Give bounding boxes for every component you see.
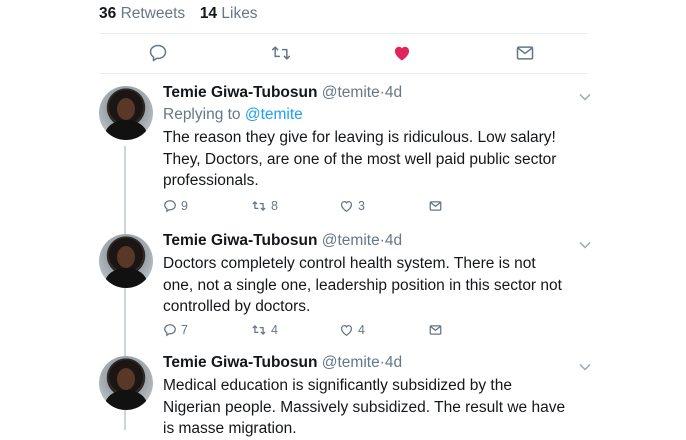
tweet-line: one, not a single one, leadership positi…	[163, 276, 562, 294]
message-icon[interactable]	[428, 323, 443, 337]
tweet-action-bar	[99, 33, 587, 73]
heart-icon[interactable]	[339, 199, 354, 213]
chevron-down-icon[interactable]	[579, 88, 591, 101]
tweet-actions: 7 4 4	[163, 323, 463, 341]
like-action[interactable]: 4	[339, 323, 365, 337]
retweet-count: 4	[271, 323, 278, 337]
author-name[interactable]: Temie Giwa-Tubosun	[163, 354, 317, 371]
tweet-time[interactable]: 4d	[385, 232, 402, 249]
retweet-icon[interactable]	[251, 323, 267, 337]
retweet-icon[interactable]	[270, 43, 294, 63]
author-handle[interactable]: @temite	[322, 354, 380, 371]
likes-count[interactable]: 14	[200, 5, 217, 22]
tweet-line: They, Doctors, are one of the most well …	[163, 150, 557, 168]
like-count: 4	[358, 323, 365, 337]
avatar[interactable]	[99, 234, 153, 288]
message-icon[interactable]	[428, 199, 443, 213]
tweet-line: Medical education is significantly subsi…	[163, 377, 512, 394]
retweet-action[interactable]: 4	[251, 323, 278, 337]
tweet-header: Temie Giwa-Tubosun @temite·4d	[163, 232, 402, 250]
avatar[interactable]	[99, 356, 153, 410]
tweet-actions: 9 8 3	[163, 199, 463, 217]
heart-filled-icon[interactable]	[392, 43, 416, 63]
reply-count: 7	[181, 323, 188, 337]
divider	[99, 73, 587, 74]
tweet-line: Nigerian people. Massively subsidized. T…	[163, 398, 566, 416]
chevron-down-icon[interactable]	[579, 358, 591, 371]
tweet-line: professionals.	[163, 172, 259, 189]
tweet-text: The reason they give for leaving is ridi…	[163, 127, 593, 192]
author-name[interactable]: Temie Giwa-Tubosun	[163, 232, 317, 249]
tweet-header: Temie Giwa-Tubosun @temite·4d	[163, 84, 402, 102]
engagement-stats: 36 Retweets 14 Likes	[99, 5, 258, 23]
retweet-count: 8	[271, 199, 278, 213]
retweet-action[interactable]: 8	[251, 199, 278, 213]
reply-action[interactable]: 9	[163, 199, 188, 213]
like-count: 3	[358, 199, 365, 213]
like-action[interactable]: 3	[339, 199, 365, 213]
message-action[interactable]	[428, 323, 443, 337]
retweets-label[interactable]: Retweets	[121, 5, 186, 22]
reply-icon[interactable]	[163, 199, 177, 213]
replying-to-mention[interactable]: @temite	[245, 106, 303, 123]
tweet-time[interactable]: 4d	[385, 354, 402, 371]
retweets-count[interactable]: 36	[99, 5, 116, 22]
tweet-line: controlled by doctors.	[163, 298, 311, 315]
tweet-header: Temie Giwa-Tubosun @temite·4d	[163, 354, 402, 372]
reply-icon[interactable]	[163, 323, 177, 337]
replying-to: Replying to @temite	[163, 106, 303, 124]
avatar[interactable]	[99, 86, 153, 140]
author-name[interactable]: Temie Giwa-Tubosun	[163, 84, 317, 101]
tweet-line: Doctors completely control health system…	[163, 255, 536, 272]
retweet-icon[interactable]	[251, 199, 267, 213]
message-action[interactable]	[428, 199, 443, 213]
author-handle[interactable]: @temite	[322, 84, 380, 101]
tweet-time[interactable]: 4d	[385, 84, 402, 101]
tweet-line: The reason they give for leaving is ridi…	[163, 129, 556, 146]
reply-icon[interactable]	[148, 43, 172, 63]
tweet-line: is masse migration.	[163, 420, 297, 437]
replying-to-label: Replying to	[163, 106, 241, 123]
message-icon[interactable]	[515, 43, 539, 63]
likes-label[interactable]: Likes	[221, 5, 257, 22]
reply-count: 9	[181, 199, 188, 213]
heart-icon[interactable]	[339, 323, 354, 337]
chevron-down-icon[interactable]	[579, 236, 591, 249]
reply-action[interactable]: 7	[163, 323, 188, 337]
author-handle[interactable]: @temite	[322, 232, 380, 249]
tweet-text: Doctors completely control health system…	[163, 253, 593, 318]
